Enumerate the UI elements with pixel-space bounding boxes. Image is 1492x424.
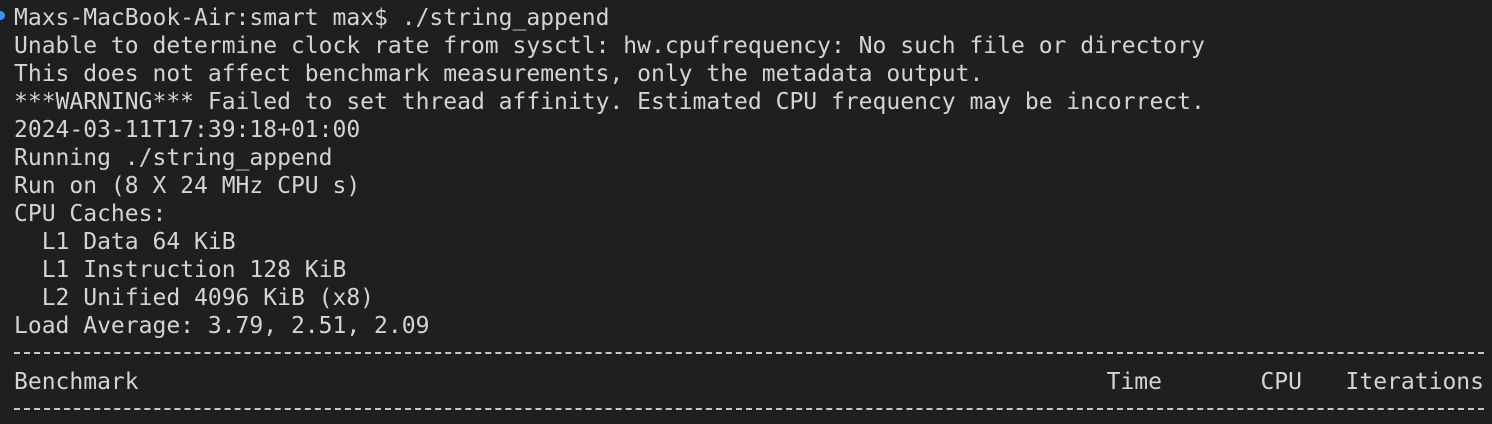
output-line: L2 Unified 4096 KiB (x8) [14,285,375,311]
terminal-output: Maxs-MacBook-Air:smart max$ ./string_app… [14,4,1486,424]
output-line: Unable to determine clock rate from sysc… [14,33,1205,59]
command-line: Maxs-MacBook-Air:smart max$ ./string_app… [14,5,610,31]
output-line: L1 Data 64 KiB [14,229,236,255]
output-line: This does not affect benchmark measureme… [14,61,984,87]
output-line: 2024-03-11T17:39:18+01:00 [14,117,361,143]
header-iterations: Iterations [1345,369,1484,395]
output-line: CPU Caches: [14,201,167,227]
terminal-window[interactable]: Maxs-MacBook-Air:smart max$ ./string_app… [0,0,1492,418]
separator-line [14,396,1486,424]
output-line: ***WARNING*** Failed to set thread affin… [14,89,1205,115]
output-line: Running ./string_append [14,145,333,171]
command-status-icon[interactable] [0,11,5,20]
header-cpu: CPU [1260,369,1302,395]
output-line: L1 Instruction 128 KiB [14,257,347,283]
header-benchmark: Benchmark [14,369,139,395]
output-line: Load Average: 3.79, 2.51, 2.09 [14,313,430,339]
separator-line [14,340,1486,368]
output-line: Run on (8 X 24 MHz CPU s) [14,173,361,199]
header-time: Time [1106,369,1162,395]
benchmark-table-header: Benchmark Time CPU Iterations [14,368,1486,396]
